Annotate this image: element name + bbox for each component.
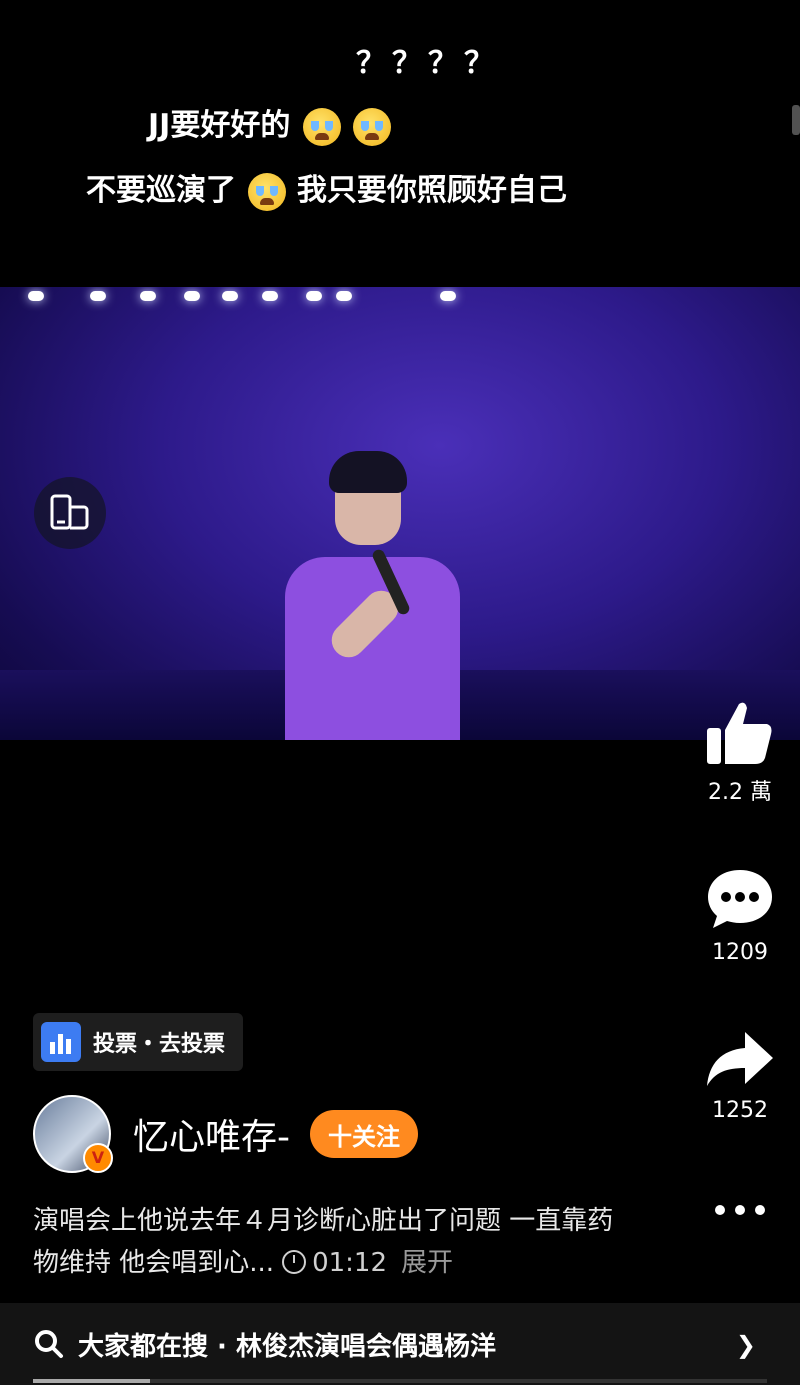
stage-lights (0, 287, 800, 317)
comment-bubble-icon (708, 870, 772, 928)
comment-edge (792, 105, 800, 135)
bar-chart-icon (41, 1022, 81, 1062)
avatar[interactable]: V (33, 1095, 113, 1173)
clock-icon (282, 1249, 307, 1274)
verified-badge-icon: V (83, 1143, 113, 1173)
crying-emoji-icon (302, 107, 341, 146)
poll-label: 投票・去投票 (93, 1032, 226, 1057)
author-name[interactable]: 忆心唯存- (133, 1108, 290, 1160)
danmaku-overlay: ？？？？ JJ要好好的 不要巡演了 我只要你照顾好自己 (0, 0, 800, 285)
thumbs-up-icon (707, 702, 772, 764)
progress-fill (33, 1379, 151, 1383)
trending-search-text: 大家都在搜 · 林俊杰演唱会偶遇杨洋 (78, 1331, 496, 1362)
comment-text: 不要巡演了 (86, 173, 236, 208)
more-options-button[interactable] (680, 1200, 800, 1220)
comment-line: ？？？？ (356, 46, 500, 81)
rotate-screen-icon (50, 494, 89, 530)
like-button[interactable]: 2.2 萬 (680, 700, 800, 806)
comment-text: 我只要你照顾好自己 (296, 173, 567, 208)
like-count: 2.2 萬 (708, 780, 772, 805)
share-arrow-icon (707, 1032, 773, 1086)
video-progress-bar[interactable] (33, 1379, 767, 1383)
search-icon (35, 1330, 63, 1358)
expand-link[interactable]: 展开 (401, 1248, 453, 1278)
rotate-screen-button[interactable] (34, 477, 106, 549)
follow-button[interactable]: 十关注 (310, 1110, 418, 1158)
author-row: V 忆心唯存- 十关注 (33, 1095, 418, 1173)
video-caption[interactable]: 演唱会上他说去年４月诊断心脏出了问题 一直靠药物维持 他会唱到心... 01:12… (33, 1200, 633, 1284)
crying-emoji-icon (353, 107, 392, 146)
share-button[interactable]: 1252 (680, 1030, 800, 1123)
comment-line: 不要巡演了 我只要你照顾好自己 (86, 165, 567, 211)
poll-chip[interactable]: 投票・去投票 (33, 1013, 244, 1071)
share-count: 1252 (712, 1098, 768, 1123)
trending-search-bar[interactable]: 大家都在搜 · 林俊杰演唱会偶遇杨洋 ❯ (0, 1303, 800, 1385)
video-duration: 01:12 (312, 1248, 387, 1278)
comment-count: 1209 (712, 940, 768, 965)
singer (285, 451, 465, 740)
comment-line: JJ要好好的 (148, 100, 392, 146)
more-dots-icon (715, 1205, 765, 1215)
comment-button[interactable]: 1209 (680, 866, 800, 965)
video-player[interactable] (0, 287, 800, 740)
chevron-right-icon: ❯ (735, 1331, 756, 1359)
crying-emoji-icon (248, 172, 287, 211)
comment-text: JJ要好好的 (148, 108, 291, 143)
